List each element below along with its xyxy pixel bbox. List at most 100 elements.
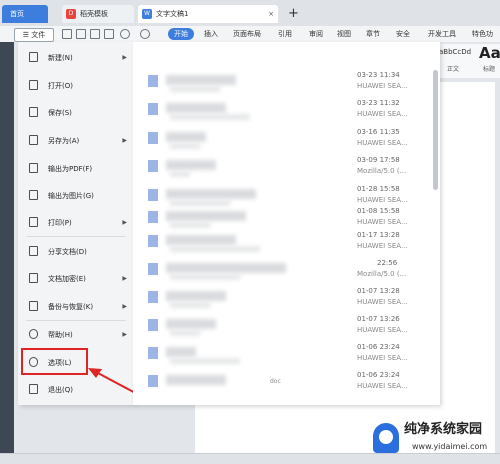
chevron-right-icon: ▶ bbox=[122, 54, 127, 61]
menu-item-help[interactable]: 帮助(H) ▶ bbox=[18, 323, 133, 347]
print-quick-icon[interactable] bbox=[90, 29, 100, 39]
new-tab-button[interactable]: + bbox=[288, 5, 299, 23]
menu-item-label: 输出为图片(G) bbox=[48, 192, 94, 200]
menu-item-save[interactable]: 保存(S) bbox=[18, 101, 133, 125]
list-item[interactable]: 01-08 15:58 HUAWEI SEA... bbox=[140, 206, 430, 230]
menu-separator bbox=[26, 320, 126, 321]
blurred-path bbox=[170, 302, 210, 308]
menu-item-label: 保存(S) bbox=[48, 109, 72, 117]
blurred-path bbox=[170, 171, 190, 177]
menu-item-share[interactable]: 分享文档(D) bbox=[18, 240, 133, 264]
menu-item-new[interactable]: 新建(N) ▶ bbox=[18, 46, 133, 70]
style-normal-preview: aBbCcDd bbox=[439, 48, 472, 56]
list-item[interactable]: 03-09 17:58 Mozilla/5.0 (... bbox=[140, 155, 430, 179]
file-source: HUAWEI SEA... bbox=[357, 218, 408, 226]
blurred-path bbox=[170, 330, 200, 336]
file-date: 03-23 11:32 bbox=[357, 99, 400, 107]
file-source: HUAWEI SEA... bbox=[357, 382, 408, 390]
menu-item-label: 输出为PDF(F) bbox=[48, 165, 93, 173]
highlight-box bbox=[21, 348, 88, 375]
file-date: 01-07 13:28 bbox=[357, 287, 400, 295]
desktop-strip bbox=[0, 42, 14, 463]
doc-file-icon bbox=[148, 375, 158, 387]
file-date: 03-23 11:34 bbox=[357, 71, 400, 79]
menu-item-export-pdf[interactable]: 输出为PDF(F) bbox=[18, 157, 133, 181]
blurred-path bbox=[170, 86, 220, 92]
file-source: HUAWEI SEA... bbox=[357, 242, 408, 250]
share-icon bbox=[29, 246, 38, 256]
blurred-filename bbox=[166, 263, 286, 273]
menu-item-backup[interactable]: 备份与恢复(K) ▶ bbox=[18, 295, 133, 319]
file-source: Mozilla/5.0 (... bbox=[357, 270, 407, 278]
file-date: 01-08 15:58 bbox=[357, 207, 400, 215]
doc-file-icon bbox=[148, 189, 158, 201]
tab-start[interactable]: 开始 bbox=[168, 28, 194, 40]
styles-gallery[interactable]: aBbCcDd 正文 Aa 标题 bbox=[430, 44, 500, 78]
blurred-filename bbox=[166, 235, 236, 245]
blurred-filename bbox=[166, 319, 216, 329]
tab-close-icon[interactable]: × bbox=[268, 5, 274, 23]
watermark-url: www.yidaimei.com bbox=[412, 442, 488, 451]
tab-chapter[interactable]: 章节 bbox=[366, 29, 380, 39]
tab-page-layout[interactable]: 页面布局 bbox=[233, 29, 261, 39]
blurred-path bbox=[170, 274, 240, 280]
new-doc-icon bbox=[29, 52, 38, 62]
tab-document[interactable]: W 文字文稿1 × bbox=[138, 5, 278, 23]
file-source: HUAWEI SEA... bbox=[357, 326, 408, 334]
watermark-logo-inner bbox=[379, 430, 393, 444]
file-source: HUAWEI SEA... bbox=[357, 82, 408, 90]
writer-doc-icon: W bbox=[142, 9, 152, 19]
exit-icon bbox=[29, 384, 38, 394]
preview-quick-icon[interactable] bbox=[104, 29, 114, 39]
tab-home[interactable]: 首页 bbox=[2, 5, 48, 23]
list-item[interactable]: 01-17 13:28 HUAWEI SEA... bbox=[140, 230, 430, 254]
status-bar bbox=[0, 453, 500, 464]
tab-view[interactable]: 视图 bbox=[337, 29, 351, 39]
chevron-right-icon: ▶ bbox=[122, 275, 127, 282]
list-item[interactable]: 01-28 15:58 HUAWEI SEA... bbox=[140, 184, 430, 208]
save-quick-icon[interactable] bbox=[76, 29, 86, 39]
blurred-path bbox=[170, 143, 200, 149]
blurred-filename bbox=[166, 211, 246, 221]
doc-file-icon bbox=[148, 132, 158, 144]
doc-file-icon bbox=[148, 103, 158, 115]
blurred-filename bbox=[166, 375, 226, 385]
blurred-filename bbox=[166, 347, 196, 357]
list-item[interactable]: 22:56 Mozilla/5.0 (... bbox=[140, 258, 430, 282]
tab-special[interactable]: 特色功 bbox=[472, 29, 493, 39]
scrollbar-thumb[interactable] bbox=[433, 70, 438, 190]
list-item[interactable]: 01-07 13:28 HUAWEI SEA... bbox=[140, 286, 430, 310]
list-item[interactable]: 01-07 13:26 HUAWEI SEA... bbox=[140, 314, 430, 338]
list-item[interactable]: 03-23 11:34 HUAWEI SEA... bbox=[140, 70, 430, 94]
file-source: Mozilla/5.0 (... bbox=[357, 167, 407, 175]
menu-item-save-as[interactable]: 另存为(A) ▶ bbox=[18, 129, 133, 153]
menu-item-encrypt[interactable]: 文档加密(E) ▶ bbox=[18, 267, 133, 291]
new-file-quick-icon[interactable] bbox=[62, 29, 72, 39]
list-item[interactable]: doc 01-06 23:24 HUAWEI SEA... bbox=[140, 370, 430, 394]
menu-item-print[interactable]: 打印(P) ▶ bbox=[18, 211, 133, 235]
tab-references[interactable]: 引用 bbox=[278, 29, 292, 39]
doc-file-icon bbox=[148, 319, 158, 331]
list-item[interactable]: 03-23 11:32 HUAWEI SEA... bbox=[140, 98, 430, 122]
menu-item-open[interactable]: 打开(O) bbox=[18, 74, 133, 98]
tab-insert[interactable]: 插入 bbox=[204, 29, 218, 39]
undo-icon[interactable] bbox=[120, 29, 130, 39]
doc-file-icon bbox=[148, 263, 158, 275]
tab-developer[interactable]: 开发工具 bbox=[428, 29, 456, 39]
redo-icon[interactable] bbox=[140, 29, 150, 39]
pdf-icon bbox=[29, 163, 38, 173]
backup-icon bbox=[29, 301, 38, 311]
tab-template[interactable]: D 稻壳模板 bbox=[62, 5, 134, 23]
menu-item-label: 分享文档(D) bbox=[48, 248, 87, 256]
menu-item-export-image[interactable]: 输出为图片(G) bbox=[18, 184, 133, 208]
tab-security[interactable]: 安全 bbox=[396, 29, 410, 39]
list-item[interactable]: 01-06 23:24 HUAWEI SEA... bbox=[140, 342, 430, 366]
doc-file-icon bbox=[148, 160, 158, 172]
list-item[interactable]: 03-16 11:35 HUAWEI SEA... bbox=[140, 127, 430, 151]
menu-item-label: 备份与恢复(K) bbox=[48, 303, 94, 311]
menu-item-label: 另存为(A) bbox=[48, 137, 80, 145]
tab-review[interactable]: 审阅 bbox=[309, 29, 323, 39]
save-icon bbox=[29, 107, 38, 117]
tab-document-label: 文字文稿1 bbox=[156, 10, 189, 18]
file-menu-button[interactable]: ☰ 文件 bbox=[14, 28, 54, 42]
